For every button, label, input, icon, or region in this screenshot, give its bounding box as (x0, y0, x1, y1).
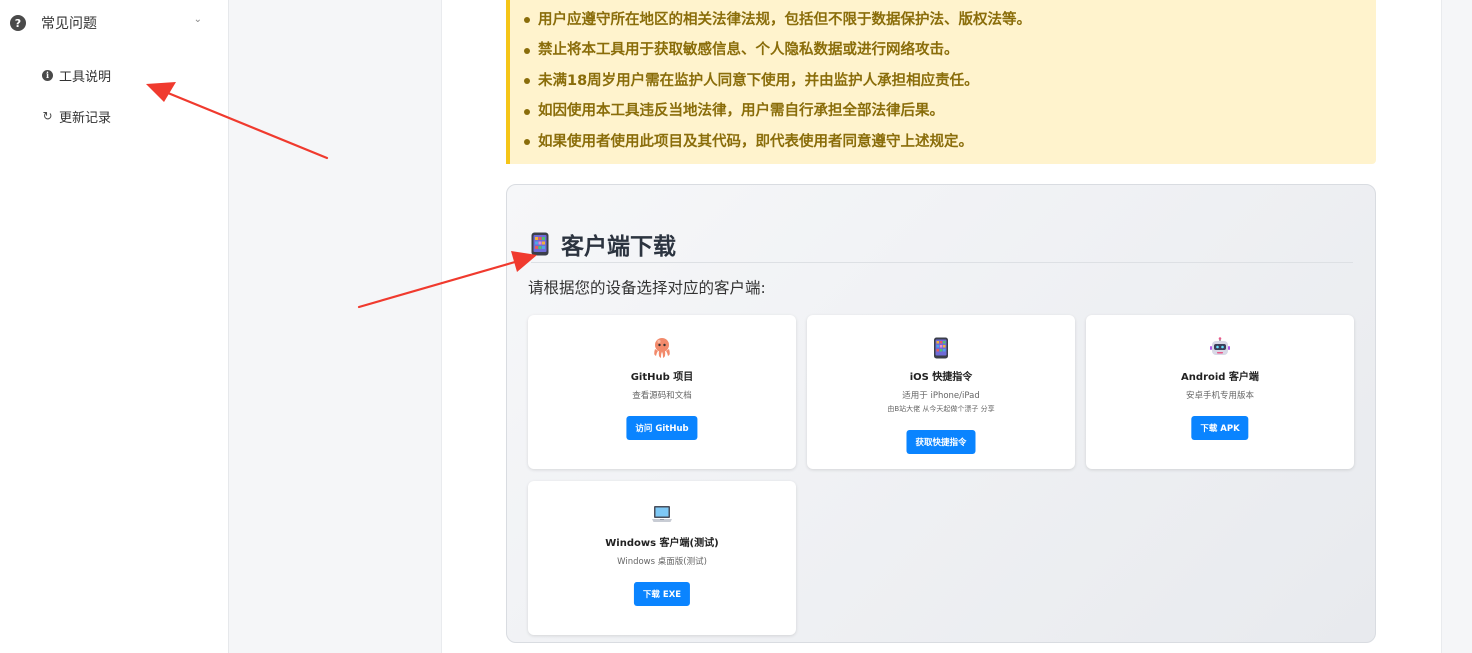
card-windows: Windows 客户端(测试) Windows 桌面版(测试) 下载 EXE (528, 481, 796, 635)
list-item: 用户应遵守所在地区的相关法律法规，包括但不限于数据保护法、版权法等。 (524, 5, 1031, 36)
card-ios-shortcut: iOS 快捷指令 适用于 iPhone/iPad 由B站大佬 从今天起做个漂子 … (807, 315, 1075, 469)
bullet-icon (524, 139, 530, 146)
download-apk-button[interactable]: 下载 APK (1191, 416, 1249, 440)
list-item: 未满18周岁用户需在监护人同意下使用，并由监护人承担相应责任。 (524, 66, 1031, 97)
laptop-icon (652, 506, 672, 522)
visit-github-button[interactable]: 访问 GitHub (626, 416, 698, 440)
section-title: 客户端下载 (561, 233, 676, 260)
card-title: Android 客户端 (1181, 372, 1259, 383)
bullet-icon (524, 47, 530, 54)
phone-icon (531, 232, 549, 255)
bullet-icon (524, 17, 530, 24)
sidebar: ? 常见问题 ⌄ i 工具说明 ↻ 更新记录 (0, 0, 229, 653)
sidebar-item-label: 常见问题 (41, 16, 97, 32)
phone-icon (934, 337, 948, 359)
info-icon: i (42, 69, 53, 81)
card-description: 安卓手机专用版本 (1185, 391, 1254, 401)
question-circle-icon: ? (10, 15, 26, 31)
legal-warning-list: 用户应遵守所在地区的相关法律法规，包括但不限于数据保护法、版权法等。 禁止将本工… (524, 5, 1031, 158)
bullet-icon (524, 108, 530, 115)
card-title: iOS 快捷指令 (909, 372, 973, 383)
bullet-icon (524, 78, 530, 85)
download-exe-button[interactable]: 下载 EXE (633, 582, 691, 606)
card-title: Windows 客户端(测试) (605, 538, 719, 549)
sidebar-item-tool-description[interactable]: i 工具说明 (42, 65, 111, 85)
sidebar-item-changelog[interactable]: ↻ 更新记录 (42, 106, 111, 126)
card-description: 适用于 iPhone/iPad (902, 391, 980, 401)
client-download-section: 客户端下载 请根据您的设备选择对应的客户端: GitHub 项目 查看源码和文档… (506, 184, 1376, 643)
list-item: 如因使用本工具违反当地法律，用户需自行承担全部法律后果。 (524, 97, 1031, 128)
list-item: 如果使用者使用此项目及其代码，即代表使用者同意遵守上述规定。 (524, 127, 1031, 158)
section-heading: 客户端下载 (531, 225, 1353, 263)
robot-icon (1210, 337, 1230, 355)
legal-warning-box: 用户应遵守所在地区的相关法律法规，包括但不限于数据保护法、版权法等。 禁止将本工… (506, 0, 1376, 164)
sidebar-item-label: 更新记录 (59, 110, 112, 126)
card-android: Android 客户端 安卓手机专用版本 下载 APK (1086, 315, 1354, 469)
octopus-icon (654, 338, 670, 358)
chevron-down-icon: ⌄ (193, 14, 202, 25)
sidebar-item-label: 工具说明 (59, 69, 112, 85)
card-description: 查看源码和文档 (632, 391, 692, 401)
card-title: GitHub 项目 (630, 372, 694, 383)
list-item: 禁止将本工具用于获取敏感信息、个人隐私数据或进行网络攻击。 (524, 36, 1031, 67)
sidebar-item-faq[interactable]: ? 常见问题 ⌄ (10, 12, 210, 34)
card-github: GitHub 项目 查看源码和文档 访问 GitHub (528, 315, 796, 469)
get-shortcut-button[interactable]: 获取快捷指令 (906, 430, 976, 454)
section-subtitle: 请根据您的设备选择对应的客户端: (528, 279, 766, 297)
card-note: 由B站大佬 从今天起做个漂子 分享 (887, 405, 995, 413)
refresh-icon: ↻ (42, 108, 53, 123)
card-description: Windows 桌面版(测试) (617, 557, 707, 567)
